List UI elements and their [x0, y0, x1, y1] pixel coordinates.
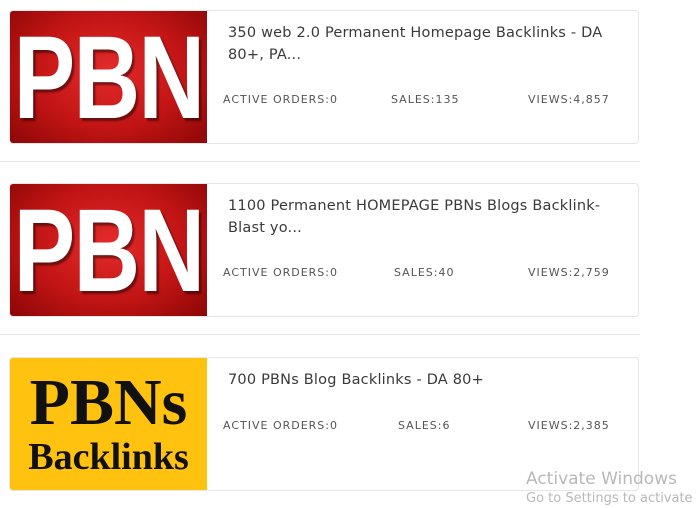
listing-thumbnail[interactable]: PBN [10, 184, 207, 317]
active-orders-stat: ACTIVE ORDERS:0 [223, 266, 338, 279]
windows-activation-watermark: Activate Windows Go to Settings to activ… [526, 468, 693, 508]
listing-title[interactable]: 700 PBNs Blog Backlinks - DA 80+ [228, 369, 623, 391]
listing-thumbnail[interactable]: PBNs Backlinks [10, 358, 207, 490]
listing-card[interactable]: PBN 350 web 2.0 Permanent Homepage Backl… [9, 10, 639, 144]
watermark-subtitle: Go to Settings to activate [526, 491, 693, 506]
active-orders-stat: ACTIVE ORDERS:0 [223, 93, 338, 106]
listing-card[interactable]: PBN 1100 Permanent HOMEPAGE PBNs Blogs B… [9, 183, 639, 317]
watermark-title: Activate Windows [526, 469, 677, 489]
thumbnail-logo-text: PBN [13, 185, 205, 317]
sales-stat: SALES:40 [394, 266, 455, 279]
divider [0, 334, 640, 335]
listing-thumbnail[interactable]: PBN [10, 11, 207, 144]
views-stat: VIEWS:2,759 [528, 266, 610, 279]
sales-stat: SALES:6 [398, 419, 451, 432]
views-stat: VIEWS:2,385 [528, 419, 610, 432]
thumbnail-logo-text: PBN [13, 12, 205, 144]
sales-stat: SALES:135 [391, 93, 460, 106]
divider [0, 161, 640, 162]
thumbnail-logo-text: PBNs [29, 366, 188, 439]
listing-title[interactable]: 350 web 2.0 Permanent Homepage Backlinks… [228, 22, 623, 66]
thumbnail-logo-subtext: Backlinks [28, 436, 189, 478]
listing-title[interactable]: 1100 Permanent HOMEPAGE PBNs Blogs Backl… [228, 195, 623, 239]
views-stat: VIEWS:4,857 [528, 93, 610, 106]
active-orders-stat: ACTIVE ORDERS:0 [223, 419, 338, 432]
